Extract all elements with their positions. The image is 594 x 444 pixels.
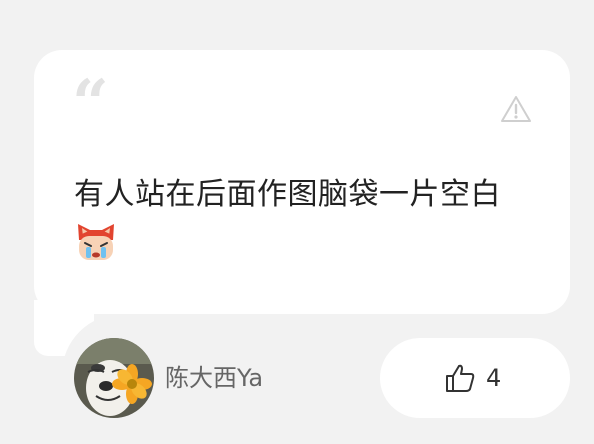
author-name[interactable]: 陈大西Ya xyxy=(165,362,263,394)
like-count: 4 xyxy=(486,364,502,392)
comment-text: 有人站在后面作图脑袋一片空白 xyxy=(74,177,501,212)
avatar[interactable] xyxy=(74,338,154,418)
quote-icon: “ xyxy=(72,66,109,141)
thumbs-up-icon[interactable] xyxy=(444,362,476,394)
warning-triangle-icon[interactable] xyxy=(500,95,532,123)
crying-fox-emoji xyxy=(78,224,114,260)
